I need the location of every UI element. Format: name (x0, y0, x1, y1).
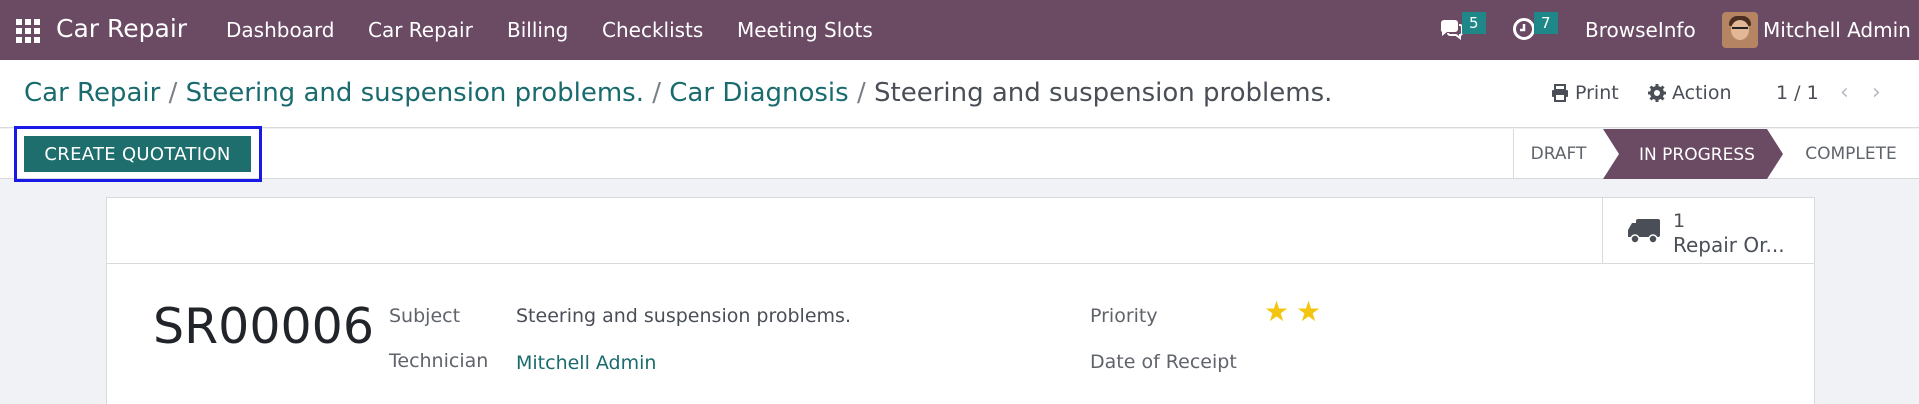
menu-checklists[interactable]: Checklists (602, 18, 703, 42)
technician-link[interactable]: Mitchell Admin (516, 352, 656, 374)
stage-in-progress-label: IN PROGRESS (1639, 145, 1755, 165)
messages-count-badge: 5 (1462, 12, 1486, 34)
breadcrumb-separator: / (856, 78, 866, 108)
printer-icon (1552, 84, 1568, 102)
form-sheet: 1 Repair Or... SR00006 Subject Steering … (106, 197, 1815, 404)
gear-icon (1648, 84, 1666, 102)
pager-next-icon[interactable]: › (1872, 80, 1881, 105)
pager-previous-icon[interactable]: ‹ (1840, 80, 1849, 105)
priority-star-icon[interactable]: ★ (1296, 298, 1322, 326)
technician-label: Technician (389, 350, 489, 372)
apps-grid-icon[interactable] (16, 19, 40, 43)
priority-label: Priority (1090, 305, 1158, 327)
app-name[interactable]: Car Repair (56, 14, 187, 43)
menu-billing[interactable]: Billing (507, 18, 568, 42)
date-of-receipt-label: Date of Receipt (1090, 351, 1237, 373)
breadcrumb-separator: / (168, 78, 178, 108)
breadcrumb-separator: / (652, 78, 662, 108)
stage-in-progress[interactable]: IN PROGRESS (1603, 129, 1783, 179)
menu-dashboard[interactable]: Dashboard (226, 18, 335, 42)
print-button[interactable]: Print (1551, 82, 1619, 104)
control-panel: Car Repair / Steering and suspension pro… (0, 60, 1919, 128)
repair-orders-count: 1 (1673, 210, 1686, 232)
menu-car-repair[interactable]: Car Repair (368, 18, 473, 42)
action-label: Action (1672, 82, 1732, 104)
pager-value[interactable]: 1 / 1 (1776, 82, 1819, 104)
breadcrumb-steering-problem[interactable]: Steering and suspension problems. (186, 78, 644, 108)
stage-draft[interactable]: DRAFT (1513, 129, 1603, 179)
top-navbar: Car Repair Dashboard Car Repair Billing … (0, 0, 1919, 60)
subject-value[interactable]: Steering and suspension problems. (516, 305, 851, 327)
print-label: Print (1575, 82, 1619, 104)
action-button[interactable]: Action (1648, 82, 1732, 104)
breadcrumb-car-diagnosis[interactable]: Car Diagnosis (669, 78, 848, 108)
repair-orders-smart-button[interactable]: 1 Repair Or... (1602, 198, 1814, 264)
user-avatar[interactable] (1722, 12, 1758, 48)
user-menu[interactable]: Mitchell Admin (1763, 18, 1911, 42)
breadcrumb-car-repair[interactable]: Car Repair (24, 78, 160, 108)
truck-icon (1628, 219, 1660, 244)
record-title: SR00006 (153, 298, 375, 355)
company-switcher[interactable]: BrowseInfo (1585, 18, 1696, 42)
activities-count-badge: 7 (1534, 12, 1558, 34)
chat-icon[interactable] (1438, 16, 1464, 42)
stage-complete[interactable]: COMPLETE (1783, 129, 1919, 179)
breadcrumb-current: Steering and suspension problems. (874, 78, 1333, 108)
menu-meeting-slots[interactable]: Meeting Slots (737, 18, 873, 42)
subject-label: Subject (389, 305, 461, 327)
smart-button-box: 1 Repair Or... (107, 198, 1814, 264)
create-quotation-button[interactable]: CREATE QUOTATION (24, 136, 251, 172)
priority-star-icon[interactable]: ★ (1264, 298, 1290, 326)
stage-pipeline: DRAFT IN PROGRESS COMPLETE (1513, 129, 1919, 179)
breadcrumb: Car Repair / Steering and suspension pro… (24, 78, 1332, 108)
repair-orders-label: Repair Or... (1673, 233, 1785, 257)
